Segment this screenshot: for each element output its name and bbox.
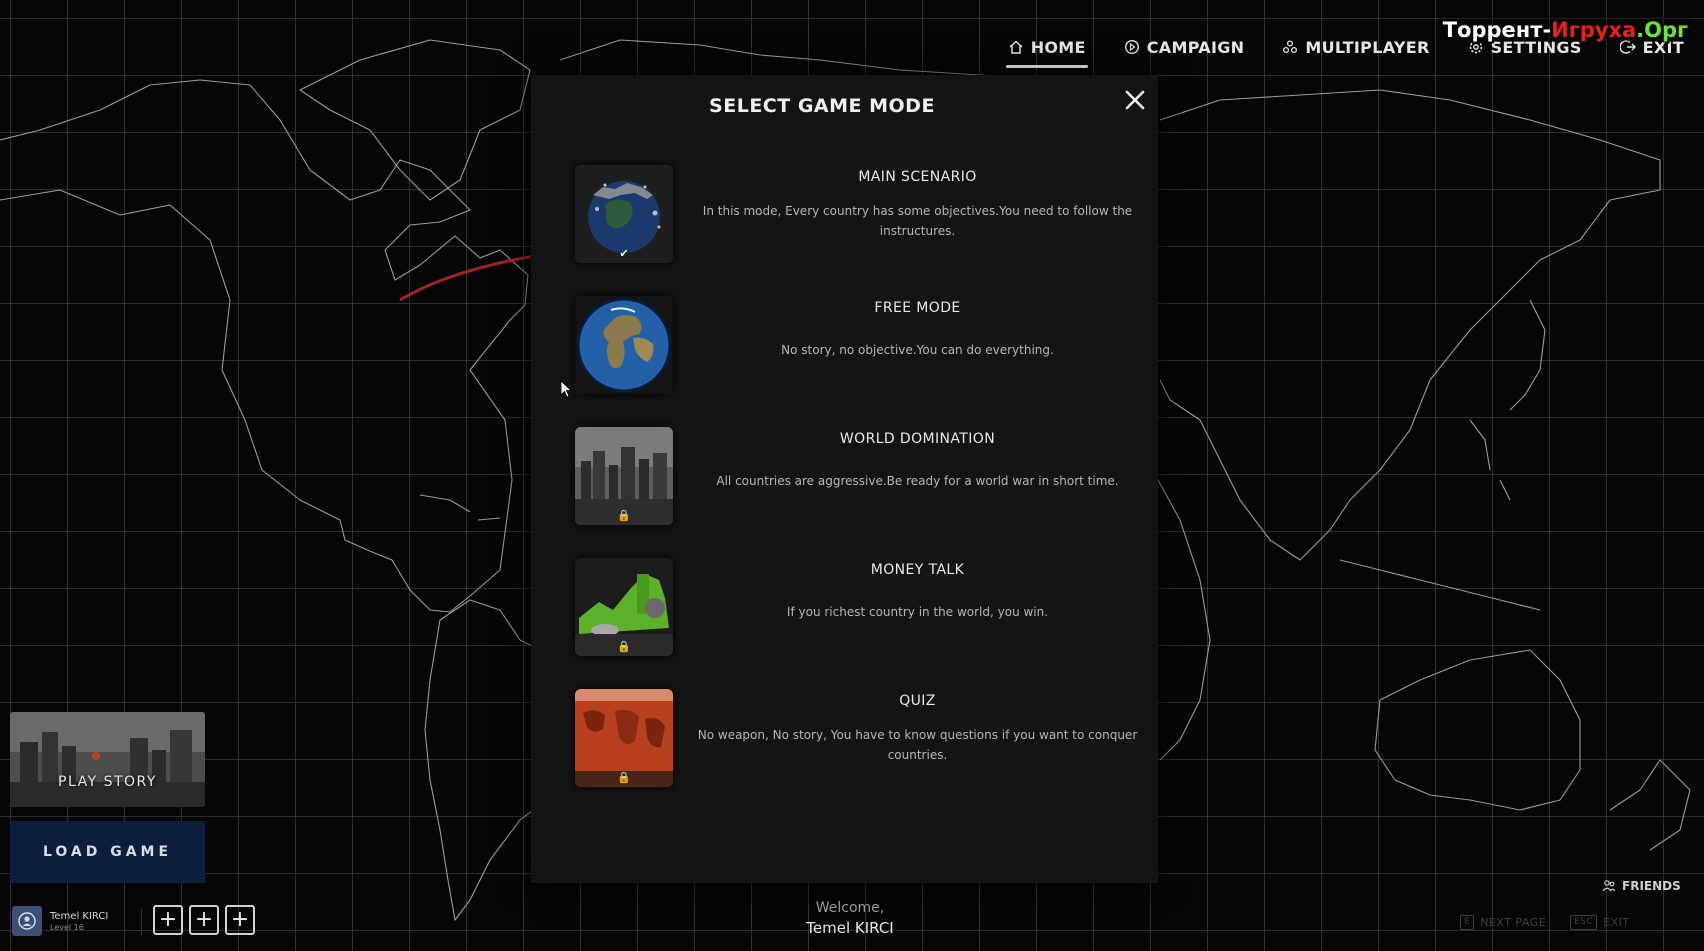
add-friend-slot[interactable]: + (225, 905, 255, 935)
modal-title-text: SELECT GAME MODE (709, 95, 935, 117)
add-friend-slot[interactable]: + (153, 905, 183, 935)
key-esc: ESC (1570, 915, 1598, 930)
lock-icon: 🔒 (617, 771, 631, 784)
welcome-line: Welcome, (815, 900, 885, 916)
mode-name: QUIZ (899, 693, 936, 709)
game-mode-modal: SELECT GAME MODE ✔ MAIN SCENARIO In this… (531, 75, 1158, 883)
player-profile[interactable]: Temel KIRCI Level 16 (12, 905, 108, 937)
mode-description: All countries are aggressive.Be ready fo… (716, 474, 1119, 488)
mode-thumbnail: 🔒 (575, 689, 673, 787)
mode-body: WORLD DOMINATION All countries are aggre… (687, 427, 1148, 491)
welcome-username: Temel KIRCI (806, 919, 894, 937)
watermark-part1: Торрент- (1442, 18, 1552, 42)
user-icon (18, 912, 36, 930)
key-e: E (1460, 915, 1475, 930)
mode-body: MONEY TALK If you richest country in the… (687, 558, 1148, 622)
nav-home-label: HOME (1030, 37, 1086, 57)
watermark-part2: Игруха (1551, 18, 1637, 42)
load-game-button[interactable]: LOAD GAME (10, 821, 205, 883)
campaign-icon (1124, 39, 1139, 55)
plus-icon: + (230, 907, 250, 932)
checkmark-icon: ✔ (619, 247, 629, 260)
mode-thumbnail: ✔ (575, 165, 673, 263)
next-page-label: NEXT PAGE (1480, 916, 1547, 929)
mode-body: FREE MODE No story, no objective.You can… (687, 296, 1148, 360)
player-level: Level 16 (50, 923, 84, 932)
watermark-part3: .Орг (1636, 18, 1688, 42)
mode-description: In this mode, Every country has some obj… (702, 204, 1133, 238)
mode-name: MAIN SCENARIO (858, 169, 977, 185)
mode-description: If you richest country in the world, you… (786, 605, 1049, 619)
lock-icon: 🔒 (617, 509, 631, 522)
multiplayer-icon (1283, 40, 1298, 54)
friends-button[interactable]: FRIENDS (1602, 879, 1681, 893)
friends-icon (1602, 880, 1616, 892)
mode-name: WORLD DOMINATION (839, 431, 996, 447)
nav-multiplayer-label: MULTIPLAYER (1305, 37, 1430, 57)
friends-label: FRIENDS (1622, 879, 1681, 893)
play-story-button[interactable]: PLAY STORY (10, 712, 205, 807)
play-story-label: PLAY STORY (58, 774, 157, 790)
modal-title: SELECT GAME MODE (531, 95, 1113, 117)
load-game-label: LOAD GAME (42, 844, 173, 860)
mode-description: No weapon, No story, You have to know qu… (697, 728, 1138, 762)
next-page-hint: E NEXT PAGE (1460, 915, 1546, 930)
plus-icon: + (194, 907, 214, 932)
earth-image (575, 296, 673, 394)
mode-description: No story, no objective.You can do everyt… (781, 343, 1054, 357)
play-story-image (10, 712, 205, 807)
lock-icon: 🔒 (617, 640, 631, 653)
mode-world-domination[interactable]: 🔒 WORLD DOMINATION All countries are agg… (575, 427, 1148, 558)
player-name: Temel KIRCI (50, 911, 109, 922)
mode-list: ✔ MAIN SCENARIO In this mode, Every coun… (575, 165, 1148, 820)
close-icon[interactable] (1120, 85, 1150, 115)
exit-hint: ESC EXIT (1570, 915, 1630, 930)
avatar (12, 906, 42, 936)
add-friend-slot[interactable]: + (189, 905, 219, 935)
mode-thumbnail: 🔒 (575, 427, 673, 525)
mode-body: MAIN SCENARIO In this mode, Every countr… (687, 165, 1148, 241)
watermark: Торрент-Игруха.Орг (1438, 18, 1692, 42)
nav-campaign[interactable]: CAMPAIGN (1124, 32, 1245, 62)
mode-quiz[interactable]: 🔒 QUIZ No weapon, No story, You have to … (575, 689, 1148, 820)
exit-label: EXIT (1603, 916, 1630, 929)
mode-name: FREE MODE (874, 300, 961, 316)
plus-icon: + (158, 907, 178, 932)
nav-home[interactable]: HOME (1005, 32, 1088, 68)
welcome-message: Welcome, Temel KIRCI (760, 900, 940, 937)
mode-free-mode[interactable]: FREE MODE No story, no objective.You can… (575, 296, 1148, 427)
mode-body: QUIZ No weapon, No story, You have to kn… (687, 689, 1148, 765)
nav-campaign-label: CAMPAIGN (1146, 37, 1245, 57)
mode-thumbnail (575, 296, 673, 394)
home-icon (1009, 40, 1023, 54)
mode-name: MONEY TALK (870, 562, 965, 578)
mode-money-talk[interactable]: 🔒 MONEY TALK If you richest country in t… (575, 558, 1148, 689)
mode-main-scenario[interactable]: ✔ MAIN SCENARIO In this mode, Every coun… (575, 165, 1148, 296)
divider (141, 909, 142, 935)
mode-thumbnail: 🔒 (575, 558, 673, 656)
nav-multiplayer[interactable]: MULTIPLAYER (1282, 32, 1429, 62)
mouse-cursor-icon (560, 380, 572, 398)
